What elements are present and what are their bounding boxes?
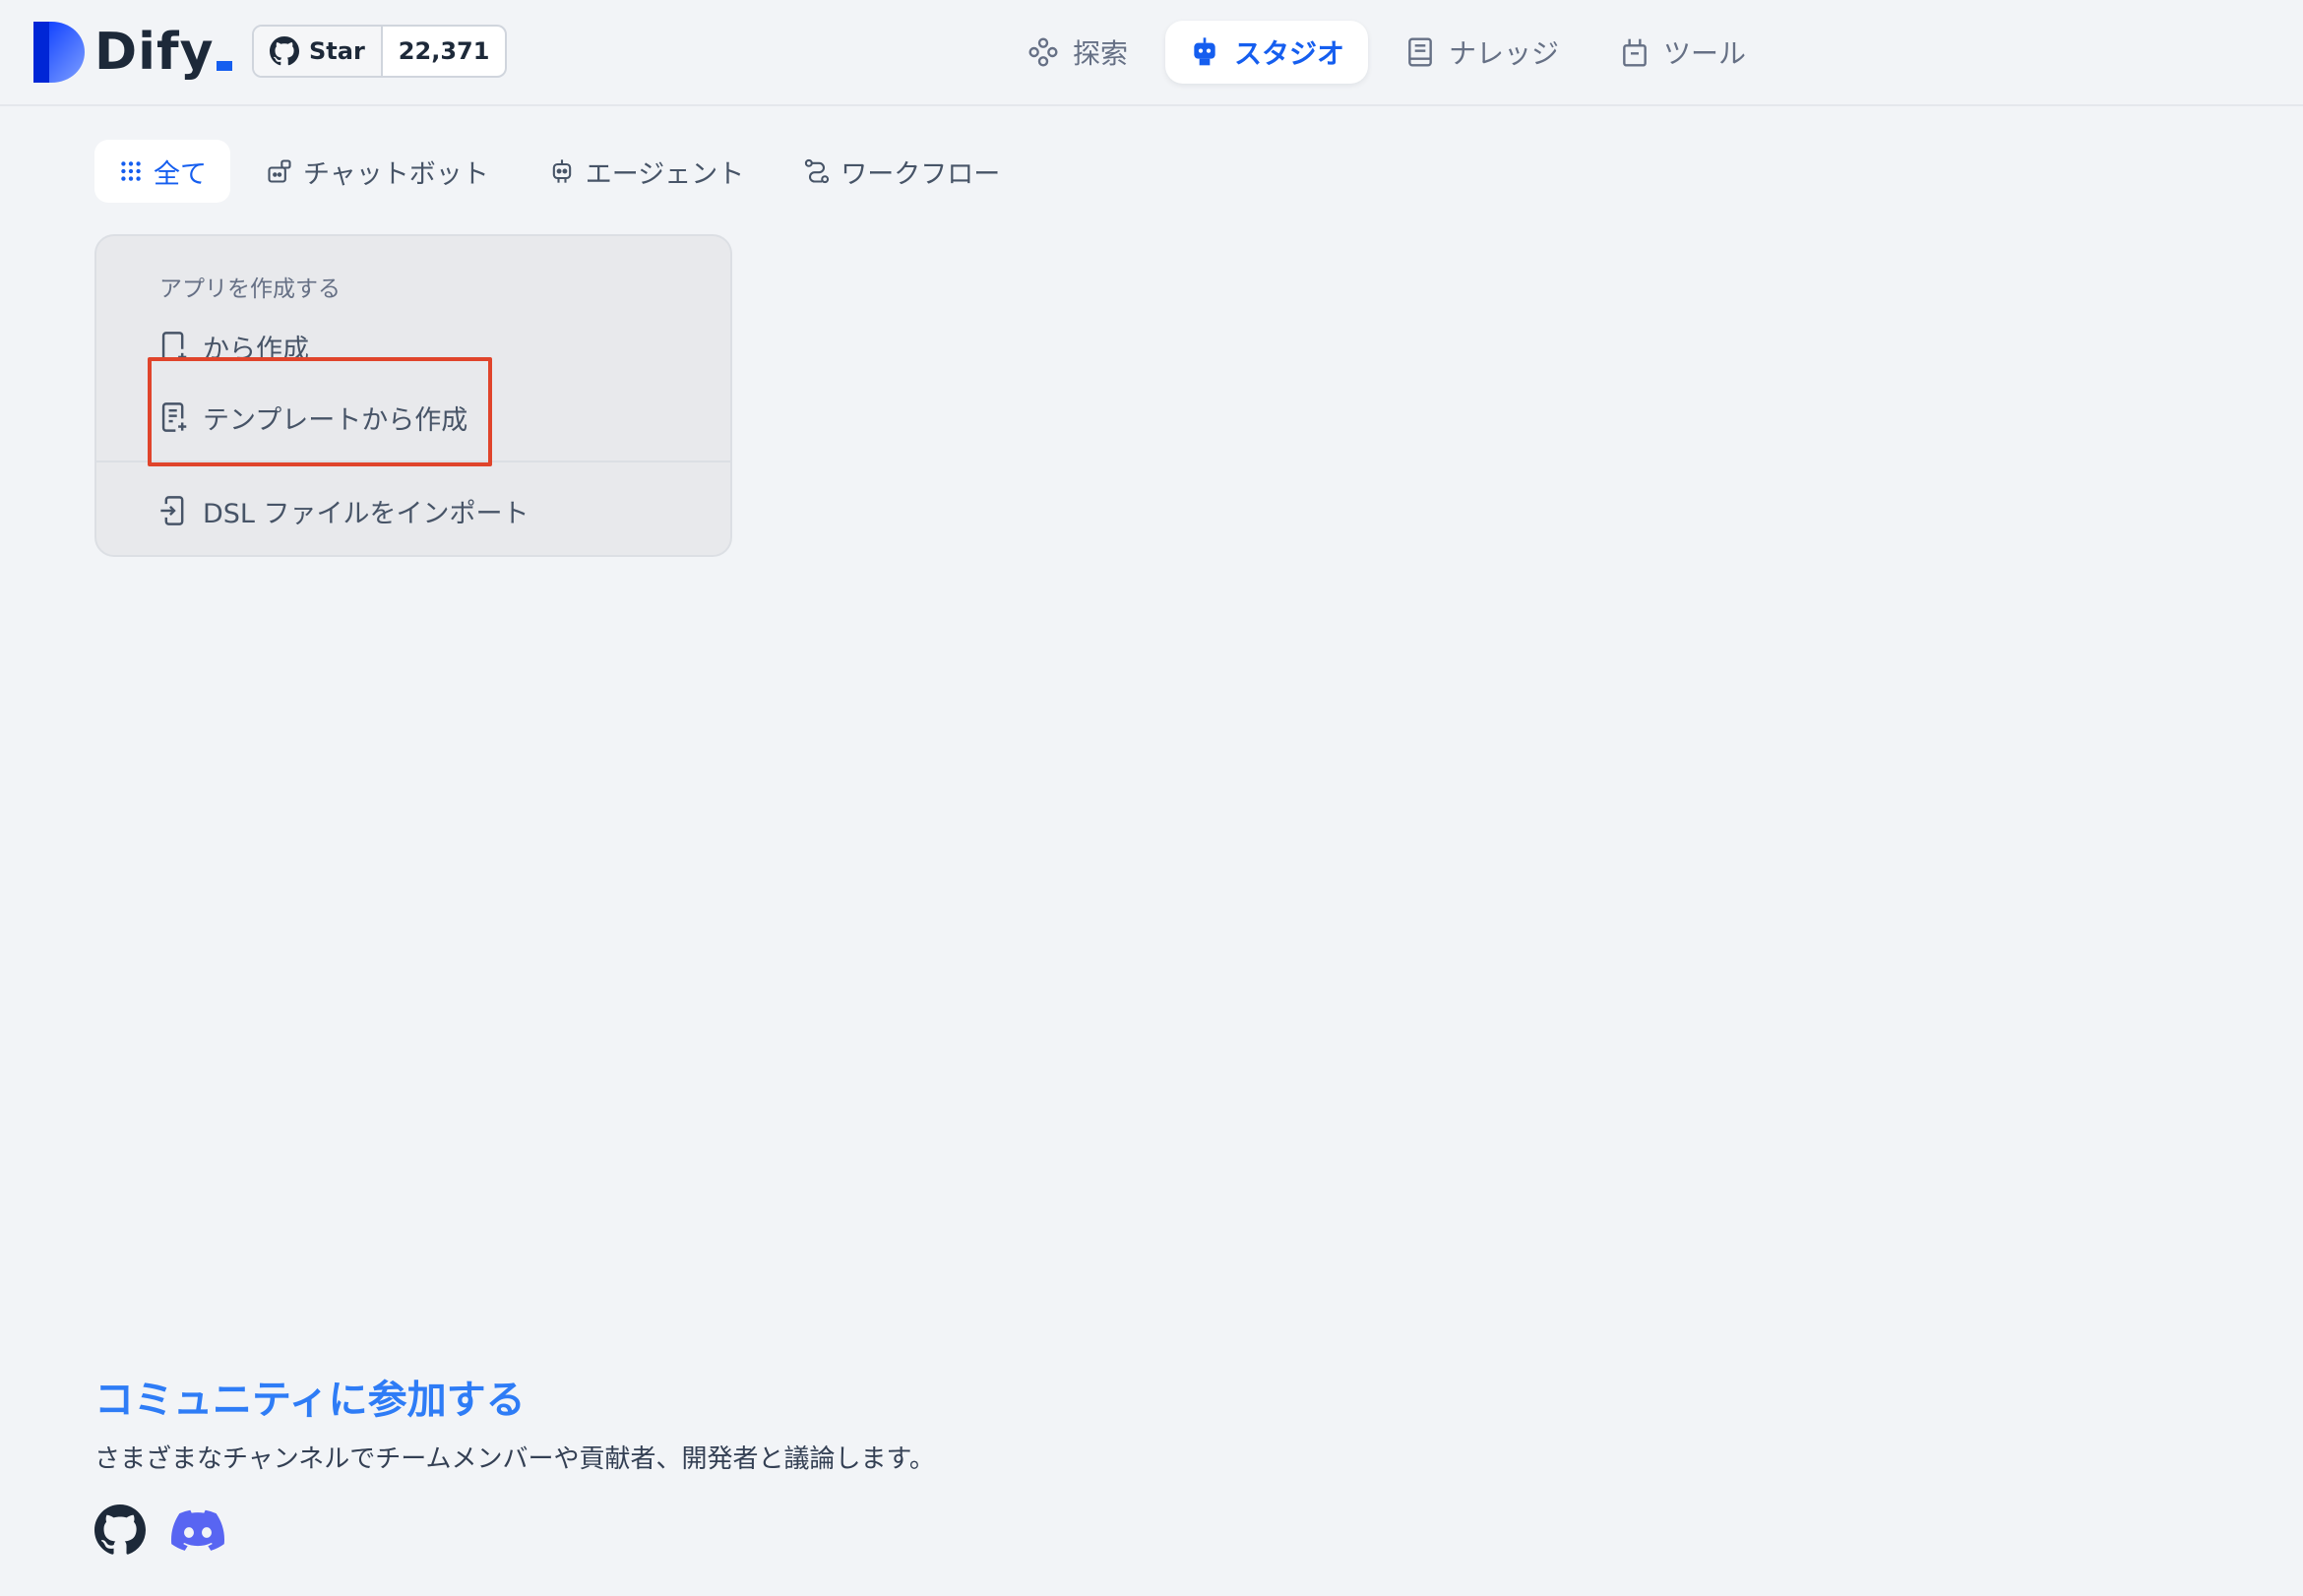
github-star-label: Star	[309, 37, 365, 65]
app-type-filter: 全て チャットボット エージェント ワークフロー	[94, 140, 1035, 203]
nav-studio-label: スタジオ	[1234, 37, 1345, 70]
dify-logo-mark-icon	[33, 22, 85, 83]
community-title: コミュニティに参加する	[94, 1378, 526, 1423]
import-dsl-button[interactable]: DSL ファイルをインポート	[159, 489, 529, 532]
tab-workflow[interactable]: ワークフロー	[779, 140, 1024, 203]
file-import-icon	[160, 496, 184, 525]
robot-icon	[1194, 37, 1215, 66]
agent-icon	[552, 159, 571, 183]
tab-chatbot[interactable]: チャットボット	[242, 140, 513, 203]
nav-explore[interactable]: 探索	[1004, 21, 1152, 84]
logo-text: Dify	[94, 22, 232, 83]
community-description: さまざまなチャンネルでチームメンバーや貢献者、開発者と議論します。	[94, 1444, 935, 1474]
github-link[interactable]	[94, 1504, 146, 1560]
tab-all-label: 全て	[154, 158, 207, 190]
discord-link[interactable]	[171, 1508, 225, 1556]
tab-chatbot-label: チャットボット	[303, 158, 489, 190]
explore-icon	[1028, 37, 1058, 67]
tab-agent-label: エージェント	[585, 158, 745, 190]
toolbox-icon	[1623, 38, 1647, 67]
nav-knowledge[interactable]: ナレッジ	[1382, 21, 1583, 84]
nav-studio[interactable]: スタジオ	[1165, 21, 1369, 84]
github-star-button[interactable]: Star	[254, 27, 383, 76]
chatbot-icon	[268, 159, 291, 183]
nav-tools[interactable]: ツール	[1596, 21, 1770, 84]
community-footer: コミュニティに参加する さまざまなチャンネルでチームメンバーや貢献者、開発者と議…	[94, 1368, 935, 1560]
create-app-title: アプリを作成する	[159, 276, 341, 302]
main-nav: 探索 スタジオ ナレッジ ツール	[1004, 21, 1783, 84]
github-star-widget[interactable]: Star 22,371	[252, 25, 508, 78]
top-header: Dify Star 22,371 探索 スタジオ ナレッジ ツール	[0, 0, 2303, 106]
nav-tools-label: ツール	[1663, 37, 1747, 70]
tab-workflow-label: ワークフロー	[840, 158, 1001, 190]
social-links	[94, 1504, 935, 1560]
book-icon	[1408, 37, 1432, 67]
import-dsl-label: DSL ファイルをインポート	[203, 498, 529, 529]
github-icon	[94, 1504, 146, 1555]
highlight-annotation	[148, 357, 492, 466]
github-icon	[270, 36, 299, 66]
dify-logo[interactable]: Dify	[33, 22, 232, 83]
github-star-count[interactable]: 22,371	[383, 27, 506, 76]
tab-agent[interactable]: エージェント	[525, 140, 768, 203]
discord-icon	[171, 1509, 225, 1551]
nav-knowledge-label: ナレッジ	[1449, 37, 1560, 70]
tab-all[interactable]: 全て	[94, 140, 230, 203]
workflow-icon	[805, 158, 830, 184]
nav-explore-label: 探索	[1073, 37, 1129, 70]
grid-dots-icon	[121, 161, 141, 181]
